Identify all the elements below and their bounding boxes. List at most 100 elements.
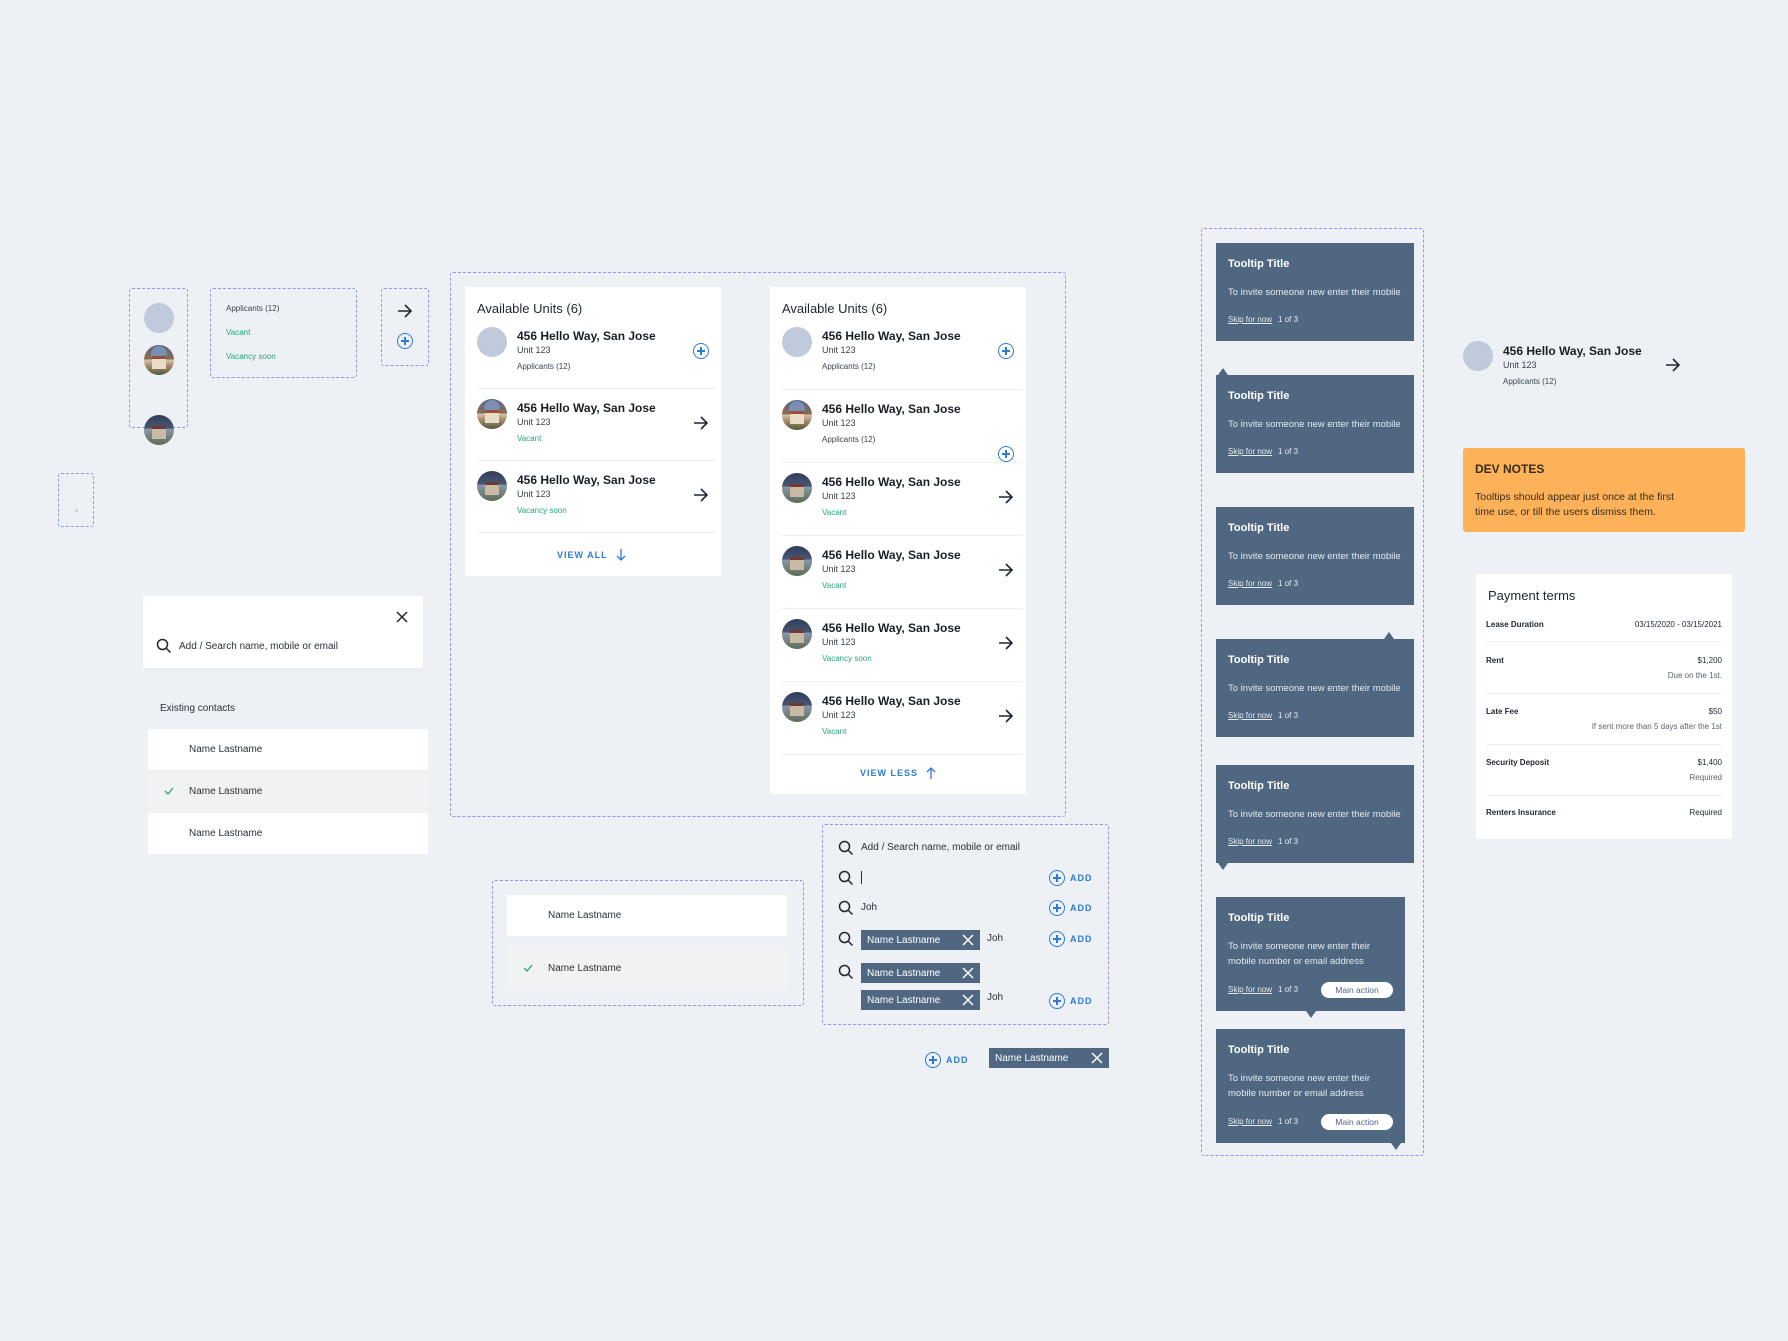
contact-row-selected[interactable]: Name Lastname [507,948,787,989]
chip-label: Name Lastname [867,994,941,1006]
property-photo-avatar [782,619,812,649]
search-input[interactable]: Add / Search name, mobile or email [179,641,338,652]
arrow-right-icon[interactable] [693,488,709,502]
tooltip: Tooltip Title To invite someone new ente… [1216,765,1414,870]
add-circle-icon[interactable] [998,446,1014,462]
contact-name: Name Lastname [548,910,622,921]
tooltip-body: To invite someone new enter their mobile [1228,683,1401,694]
skip-link[interactable]: Skip for now [1228,447,1272,456]
unit-status: Vacancy soon [822,654,872,663]
unit-address: 456 Hello Way, San Jose [517,329,656,343]
dev-notes: DEV NOTES Tooltips should appear just on… [1463,448,1745,532]
unit-row[interactable]: 456 Hello Way, San Jose Unit 123 Applica… [782,400,1022,463]
add-label: ADD [1070,873,1093,883]
remove-chip-icon[interactable] [962,967,974,979]
main-action-button[interactable]: Main action [1321,982,1393,998]
add-button[interactable]: ADD [1049,900,1093,916]
unit-number: Unit 123 [1503,360,1537,370]
empty-frame [58,473,94,527]
add-circle-icon [1049,931,1065,947]
contact-row-selected[interactable]: Name Lastname [148,771,428,812]
unit-address: 456 Hello Way, San Jose [822,694,961,708]
arrow-right-icon[interactable] [397,304,413,318]
tooltip-footer: Skip for now 1 of 3 [1228,315,1298,324]
arrow-right-icon[interactable] [998,709,1014,723]
property-photo-avatar [144,415,174,445]
remove-chip-icon[interactable] [962,934,974,946]
tooltip-body-line1: To invite someone new enter their [1228,1073,1371,1084]
main-action-button[interactable]: Main action [1321,1114,1393,1130]
add-button[interactable]: ADD [1049,931,1093,947]
unit-address: 456 Hello Way, San Jose [517,473,656,487]
unit-row[interactable]: 456 Hello Way, San Jose Unit 123 Vacancy… [782,619,1022,682]
contact-chip[interactable]: Name Lastname [861,930,980,950]
icon-states-frame [381,288,429,366]
arrow-right-icon[interactable] [693,416,709,430]
arrow-right-icon[interactable] [998,490,1014,504]
arrow-right-icon[interactable] [998,563,1014,577]
add-circle-icon[interactable] [998,343,1014,359]
contact-row[interactable]: Name Lastname [148,729,428,770]
avatar-states-frame [129,288,188,445]
contact-chip[interactable]: Name Lastname [989,1048,1109,1068]
status-states-frame: Applicants (12) Vacant Vacancy soon [210,288,357,378]
unit-address: 456 Hello Way, San Jose [1503,344,1642,358]
tooltip-footer: Skip for now 1 of 3 [1228,579,1298,588]
unit-row[interactable]: 456 Hello Way, San Jose Unit 123 Vacant [782,692,1022,755]
skip-link[interactable]: Skip for now [1228,1117,1272,1126]
add-circle-icon[interactable] [693,343,709,359]
unit-number: Unit 123 [517,489,551,499]
unit-row[interactable]: 456 Hello Way, San Jose Unit 123 Vacancy… [477,471,717,533]
contact-row[interactable]: Name Lastname [148,813,428,854]
skip-link[interactable]: Skip for now [1228,837,1272,846]
add-button[interactable]: ADD [1049,870,1093,886]
tooltip: Tooltip Title To invite someone new ente… [1216,368,1414,473]
contact-name: Name Lastname [189,786,263,797]
remove-chip-icon[interactable] [962,994,974,1006]
unit-row[interactable]: 456 Hello Way, San Jose Unit 123 Applica… [782,327,1022,390]
arrow-right-icon[interactable] [998,636,1014,650]
search-icon [838,931,854,947]
search-input-typed[interactable]: Joh [987,933,1003,944]
add-circle-icon [1049,900,1065,916]
property-photo-avatar [782,546,812,576]
contact-chip[interactable]: Name Lastname [861,990,980,1010]
unit-address: 456 Hello Way, San Jose [822,475,961,489]
payment-note: Due on the 1st. [1667,671,1722,680]
unit-row[interactable]: 456 Hello Way, San Jose Unit 123 Applica… [1463,341,1688,391]
skip-link[interactable]: Skip for now [1228,985,1272,994]
arrow-right-icon[interactable] [1665,358,1681,372]
remove-chip-icon[interactable] [1091,1052,1103,1064]
search-input-typed[interactable]: Joh [987,992,1003,1003]
view-all-button[interactable]: VIEW ALL [557,549,626,561]
unit-row[interactable]: 456 Hello Way, San Jose Unit 123 Applica… [477,327,717,389]
dev-notes-text-line1: Tooltips should appear just once at the … [1475,491,1675,503]
unit-row[interactable]: 456 Hello Way, San Jose Unit 123 Vacant [782,473,1022,536]
contact-row[interactable]: Name Lastname [507,895,787,936]
unit-row[interactable]: 456 Hello Way, San Jose Unit 123 Vacant [477,399,717,461]
check-icon [164,787,174,795]
tooltip-title: Tooltip Title [1228,654,1290,666]
unit-row[interactable]: 456 Hello Way, San Jose Unit 123 Vacant [782,546,1022,609]
text-cursor[interactable] [861,871,862,884]
unit-status: Vacant [517,434,542,443]
skip-link[interactable]: Skip for now [1228,711,1272,720]
payment-note: Required [1689,773,1722,782]
tooltip-step: 1 of 3 [1278,711,1299,720]
view-less-button[interactable]: VIEW LESS [860,767,936,779]
tooltip: Tooltip Title To invite someone new ente… [1216,632,1414,737]
skip-link[interactable]: Skip for now [1228,579,1272,588]
add-button[interactable]: ADD [1049,993,1093,1009]
tooltip-body-line1: To invite someone new enter their [1228,941,1371,952]
search-input[interactable]: Add / Search name, mobile or email [861,842,1020,853]
close-icon[interactable] [396,611,408,623]
skip-link[interactable]: Skip for now [1228,315,1272,324]
property-photo-avatar [782,400,812,430]
add-circle-icon[interactable] [397,333,413,349]
add-button[interactable]: ADD [925,1052,969,1068]
tooltip-step: 1 of 3 [1278,579,1299,588]
tooltip: Tooltip Title To invite someone new ente… [1216,1029,1405,1150]
add-label: ADD [1070,996,1093,1006]
contact-chip[interactable]: Name Lastname [861,963,980,983]
search-input-typed[interactable]: Joh [861,902,877,913]
